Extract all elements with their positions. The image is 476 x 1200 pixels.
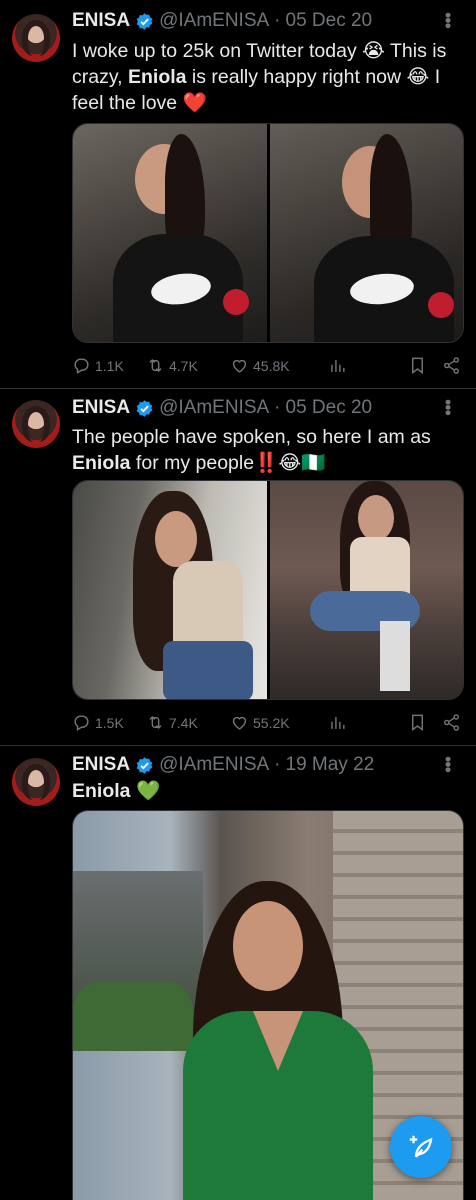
separator-dot: ·: [274, 754, 281, 775]
share-button[interactable]: [442, 356, 464, 375]
text-segment: I woke up to 25k on Twitter today: [72, 40, 363, 62]
more-options-icon[interactable]: •••: [437, 756, 458, 772]
avatar[interactable]: [12, 14, 60, 62]
laughing-emoji: 😂: [406, 65, 430, 88]
crying-emoji: 😭: [362, 39, 385, 62]
photo[interactable]: [269, 481, 463, 699]
author-name[interactable]: ENISA: [72, 397, 130, 419]
separator-dot: ·: [274, 397, 281, 418]
bold-text: Eniola: [127, 66, 187, 88]
bold-text: Eniola: [72, 780, 131, 802]
verified-badge-icon: [136, 756, 153, 774]
share-icon: [443, 714, 460, 731]
share-icon: [443, 357, 460, 374]
repost-count: 7.4K: [169, 714, 198, 731]
tweet-date[interactable]: 05 Dec 20: [286, 397, 373, 419]
author-name[interactable]: ENISA: [72, 10, 130, 32]
views-icon: [331, 359, 345, 372]
author-handle[interactable]: @IAmENISA: [159, 397, 269, 419]
repost-icon: [149, 358, 162, 373]
tweet[interactable]: ENISA @IAmENISA · 05 Dec 20 ••• The peop…: [0, 389, 476, 745]
bold-text: Eniola: [72, 452, 131, 474]
tweet-actions: 1.1K 4.7K 45.8K: [72, 356, 464, 375]
compose-icon: [409, 1135, 433, 1158]
like-count: 45.8K: [253, 357, 290, 374]
views-button[interactable]: [328, 356, 388, 375]
tweet-text: Eniola 💚: [72, 778, 464, 804]
reply-count: 1.5K: [95, 714, 124, 731]
repost-button[interactable]: 7.4K: [146, 713, 230, 732]
more-options-icon[interactable]: •••: [437, 399, 458, 415]
bookmark-button[interactable]: [408, 356, 442, 375]
like-count: 55.2K: [253, 714, 290, 731]
avatar[interactable]: [12, 400, 60, 448]
tweet-actions: 1.5K 7.4K 55.2K: [72, 713, 464, 732]
like-button[interactable]: 45.8K: [230, 356, 328, 375]
reply-count: 1.1K: [95, 357, 124, 374]
tweet-media[interactable]: [72, 123, 464, 343]
repost-button[interactable]: 4.7K: [146, 356, 230, 375]
text-segment: for my people: [130, 452, 255, 474]
double-exclamation-emoji: ‼️: [254, 451, 279, 474]
more-options-icon[interactable]: •••: [437, 12, 458, 28]
heart-icon: [232, 359, 247, 373]
views-icon: [331, 716, 345, 729]
tweet[interactable]: ENISA @IAmENISA · 05 Dec 20 ••• I woke u…: [0, 0, 476, 388]
repost-icon: [149, 715, 162, 730]
bookmark-button[interactable]: [408, 713, 442, 732]
photo[interactable]: [73, 124, 267, 342]
red-heart-emoji: ❤️: [182, 91, 207, 114]
author-name[interactable]: ENISA: [72, 754, 130, 776]
tweet-text: The people have spoken, so here I am as …: [72, 425, 464, 476]
reply-icon: [74, 358, 89, 374]
bookmark-icon: [412, 357, 423, 375]
tweet-date[interactable]: 05 Dec 20: [286, 10, 373, 32]
tweet-header: ENISA @IAmENISA · 19 May 22: [72, 754, 374, 776]
text-segment: is really happy right now: [186, 66, 407, 88]
text-segment: The people have spoken, so here I am as: [72, 426, 431, 448]
author-handle[interactable]: @IAmENISA: [159, 754, 269, 776]
reply-icon: [74, 715, 89, 731]
reply-button[interactable]: 1.5K: [72, 713, 146, 732]
tweet-header: ENISA @IAmENISA · 05 Dec 20: [72, 10, 372, 32]
separator-dot: ·: [274, 10, 281, 31]
tweet-date[interactable]: 19 May 22: [286, 754, 375, 776]
laughing-emoji: 😂: [278, 451, 302, 474]
tweet-header: ENISA @IAmENISA · 05 Dec 20: [72, 397, 372, 419]
compose-button[interactable]: [390, 1116, 452, 1178]
photo[interactable]: [269, 124, 463, 342]
photo[interactable]: [73, 481, 267, 699]
author-handle[interactable]: @IAmENISA: [159, 10, 269, 32]
tweet-text: I woke up to 25k on Twitter today 😭 This…: [72, 38, 464, 116]
nigeria-flag-emoji: 🇳🇬: [301, 451, 326, 474]
reply-button[interactable]: 1.1K: [72, 356, 146, 375]
heart-icon: [232, 716, 247, 730]
share-button[interactable]: [442, 713, 464, 732]
views-button[interactable]: [328, 713, 388, 732]
avatar[interactable]: [12, 758, 60, 806]
green-heart-emoji: 💚: [135, 779, 161, 802]
bookmark-icon: [412, 714, 423, 732]
tweet-media[interactable]: [72, 480, 464, 700]
repost-count: 4.7K: [169, 357, 198, 374]
like-button[interactable]: 55.2K: [230, 713, 328, 732]
verified-badge-icon: [136, 399, 153, 417]
verified-badge-icon: [136, 12, 153, 30]
